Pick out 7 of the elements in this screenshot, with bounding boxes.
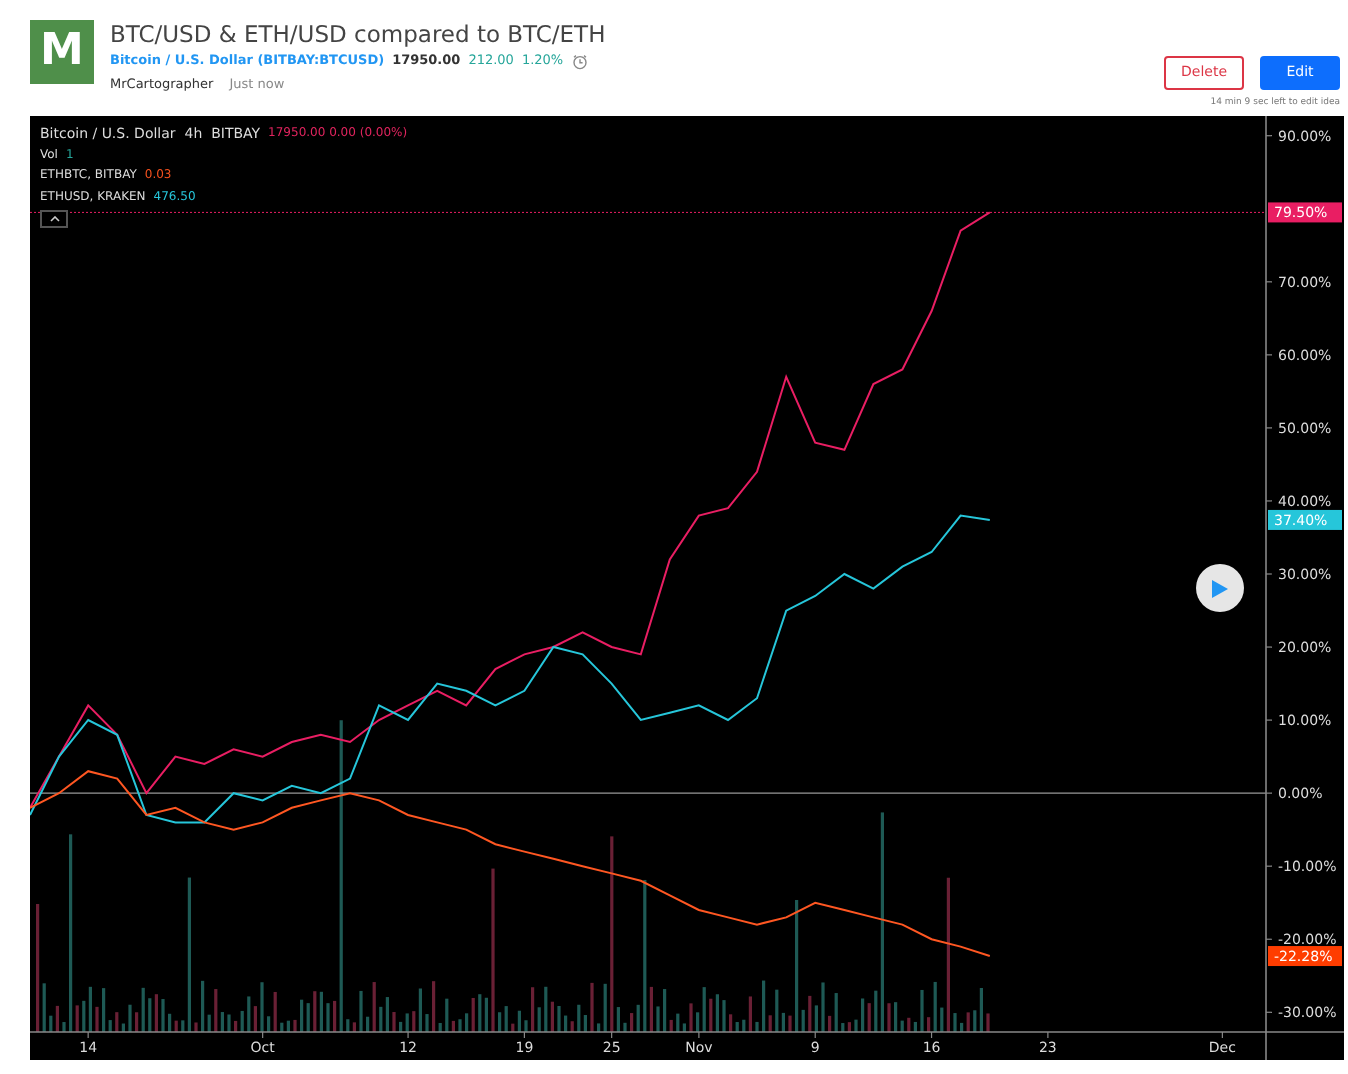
play-button[interactable] [1196,564,1244,612]
collapse-button[interactable] [40,210,68,228]
logo: M [30,20,94,84]
clock-icon[interactable] [571,53,588,69]
chevron-up-icon [49,216,59,222]
play-icon [1212,579,1228,597]
idea-title: BTC/USD & ETH/USD compared to BTC/ETH [110,20,608,50]
